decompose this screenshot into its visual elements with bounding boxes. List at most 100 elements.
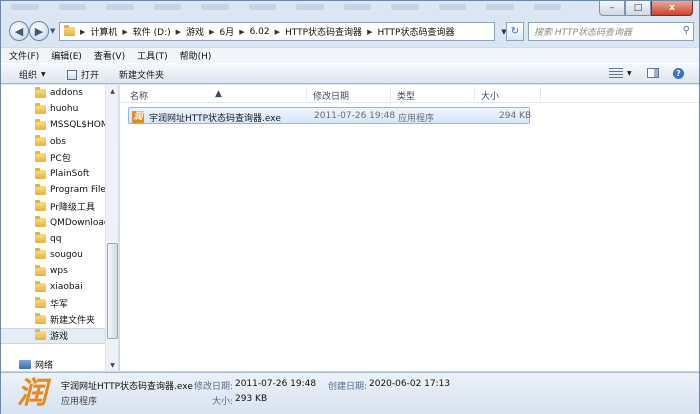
folder-icon xyxy=(35,232,46,244)
open-icon xyxy=(67,69,77,80)
column-divider[interactable] xyxy=(390,87,391,101)
column-divider[interactable] xyxy=(306,87,307,101)
refresh-button[interactable]: ↻ xyxy=(506,22,524,41)
breadcrumb-drive[interactable]: 软件 (D:) xyxy=(133,25,171,38)
folder-icon xyxy=(35,329,46,341)
breadcrumb-separator[interactable]: ▶ xyxy=(171,28,186,36)
details-size-label: 大小: xyxy=(212,397,234,407)
nav-folder-label: Program Files xyxy=(50,185,105,196)
nav-folder-new-folder[interactable]: 新建文件夹 xyxy=(1,312,105,328)
folder-icon xyxy=(35,151,46,163)
details-created-value: 2020-06-02 17:13 xyxy=(369,379,451,389)
breadcrumb-current[interactable]: HTTP状态码查询器 xyxy=(377,25,454,38)
maximize-button[interactable]: □ xyxy=(625,1,651,16)
nav-folder-huajun[interactable]: 华军 xyxy=(1,295,105,311)
open-button[interactable]: 打开 xyxy=(67,68,99,81)
breadcrumb-separator[interactable]: ▶ xyxy=(362,28,377,36)
details-filename: 宇润网址HTTP状态码查询器.exe xyxy=(61,382,193,392)
preview-pane-button[interactable] xyxy=(647,68,659,78)
address-bar[interactable]: ▶ 计算机 ▶ 软件 (D:) ▶ 游戏 ▶ 6月 ▶ 6.02 ▶ HTTP状… xyxy=(59,22,495,41)
nav-folder-label: PC包 xyxy=(50,154,71,165)
breadcrumb-separator[interactable]: ▶ xyxy=(117,28,132,36)
nav-folder-pc[interactable]: PC包 xyxy=(1,150,105,166)
nav-scrollbar[interactable]: ▲ ▼ xyxy=(105,85,118,371)
breadcrumb-june[interactable]: 6月 xyxy=(219,25,234,38)
chevron-down-icon: ▼ xyxy=(41,71,46,78)
breadcrumb-tool-folder[interactable]: HTTP状态码查询器 xyxy=(285,25,362,38)
column-size[interactable]: 大小 xyxy=(481,89,499,102)
recent-pages-dropdown[interactable]: ▼ xyxy=(50,27,55,35)
menu-help[interactable]: 帮助(H) xyxy=(180,49,212,62)
network-icon xyxy=(19,359,31,369)
column-divider[interactable] xyxy=(474,87,475,101)
nav-folder-label: huohu xyxy=(50,104,79,115)
nav-folder-mssql[interactable]: MSSQL$HOM xyxy=(1,117,105,133)
column-name[interactable]: 名称 xyxy=(130,89,148,102)
column-modified[interactable]: 修改日期 xyxy=(313,89,349,102)
folder-icon xyxy=(35,216,46,228)
folder-icon xyxy=(35,102,46,114)
chevron-down-icon: ▼ xyxy=(627,69,632,77)
breadcrumb-separator[interactable]: ▶ xyxy=(270,28,285,36)
forward-button[interactable]: ▶ xyxy=(29,21,49,41)
refresh-icon: ↻ xyxy=(510,26,520,37)
column-divider[interactable] xyxy=(540,87,541,101)
close-button[interactable]: x xyxy=(651,1,693,16)
back-button[interactable]: ◀ xyxy=(9,21,29,41)
menu-file[interactable]: 文件(F) xyxy=(9,49,39,62)
nav-folder-qmdownload[interactable]: QMDownload xyxy=(1,215,105,231)
nav-folder-pr-tool[interactable]: Pr降级工具 xyxy=(1,198,105,214)
breadcrumb-games[interactable]: 游戏 xyxy=(186,25,204,38)
breadcrumb-separator[interactable]: ▶ xyxy=(75,28,90,36)
new-folder-button[interactable]: 新建文件夹 xyxy=(119,68,164,81)
breadcrumb-separator[interactable]: ▶ xyxy=(234,28,249,36)
breadcrumb-computer[interactable]: 计算机 xyxy=(90,25,117,38)
nav-folder-huohu[interactable]: huohu xyxy=(1,101,105,117)
nav-folder-label: addons xyxy=(50,88,83,99)
file-type: 应用程序 xyxy=(398,114,435,124)
nav-folder-label: qq xyxy=(50,233,62,244)
nav-folder-label: 新建文件夹 xyxy=(50,316,96,327)
nav-folder-games[interactable]: 游戏 xyxy=(1,327,105,344)
breadcrumb-separator[interactable]: ▶ xyxy=(204,28,219,36)
menu-edit[interactable]: 编辑(E) xyxy=(51,49,82,62)
change-view-button[interactable]: ▼ xyxy=(609,68,632,78)
folder-icon xyxy=(35,135,46,147)
app-large-icon: 润 xyxy=(17,376,47,411)
command-bar: 组织 ▼ 打开 新建文件夹 ▼ ? xyxy=(1,63,699,84)
scroll-up-arrow[interactable]: ▲ xyxy=(106,85,118,97)
explorer-window: – □ x ◀ ▶ ▼ ▶ 计算机 ▶ 软件 (D:) ▶ 游戏 ▶ 6月 ▶ … xyxy=(0,0,700,414)
search-input[interactable]: 搜索 HTTP状态码查询器 ⚲ xyxy=(528,22,694,41)
help-button[interactable]: ? xyxy=(673,68,684,79)
file-size: 294 KB xyxy=(499,111,532,121)
breadcrumb-602[interactable]: 6.02 xyxy=(250,27,270,37)
nav-folder-program-files[interactable]: Program Files xyxy=(1,182,105,198)
scrollbar-thumb[interactable] xyxy=(107,243,118,339)
nav-folder-xiaobai[interactable]: xiaobai xyxy=(1,279,105,295)
back-arrow-icon: ◀ xyxy=(14,24,24,38)
file-modified: 2011-07-26 19:48 xyxy=(314,111,396,121)
nav-folder-qq[interactable]: qq xyxy=(1,231,105,247)
folder-tree: addons huohu MSSQL$HOM obs PC包 PlainSoft… xyxy=(1,85,105,371)
file-row[interactable]: 润 宇润网址HTTP状态码查询器.exe 2011-07-26 19:48 应用… xyxy=(128,107,532,124)
column-type[interactable]: 类型 xyxy=(397,89,415,102)
nav-folder-plainsoft[interactable]: PlainSoft xyxy=(1,166,105,182)
nav-folder-obs[interactable]: obs xyxy=(1,134,105,150)
nav-folder-label: PlainSoft xyxy=(50,169,90,180)
nav-folder-sougou[interactable]: sougou xyxy=(1,247,105,263)
menu-tools[interactable]: 工具(T) xyxy=(137,49,168,62)
view-details-icon xyxy=(609,68,623,78)
search-icon[interactable]: ⚲ xyxy=(683,25,690,36)
scroll-down-arrow[interactable]: ▼ xyxy=(106,359,118,371)
nav-folder-label: 游戏 xyxy=(50,332,69,343)
title-bar[interactable]: – □ x xyxy=(1,1,699,17)
forward-arrow-icon: ▶ xyxy=(34,24,44,38)
folder-icon xyxy=(35,183,46,195)
menu-view[interactable]: 查看(V) xyxy=(94,49,125,62)
organize-button[interactable]: 组织 ▼ xyxy=(19,68,46,81)
minimize-button[interactable]: – xyxy=(599,1,625,16)
nav-folder-addons[interactable]: addons xyxy=(1,85,105,101)
folder-icon xyxy=(35,280,46,292)
nav-folder-wps[interactable]: wps xyxy=(1,263,105,279)
nav-network[interactable]: 网络 xyxy=(1,356,105,371)
